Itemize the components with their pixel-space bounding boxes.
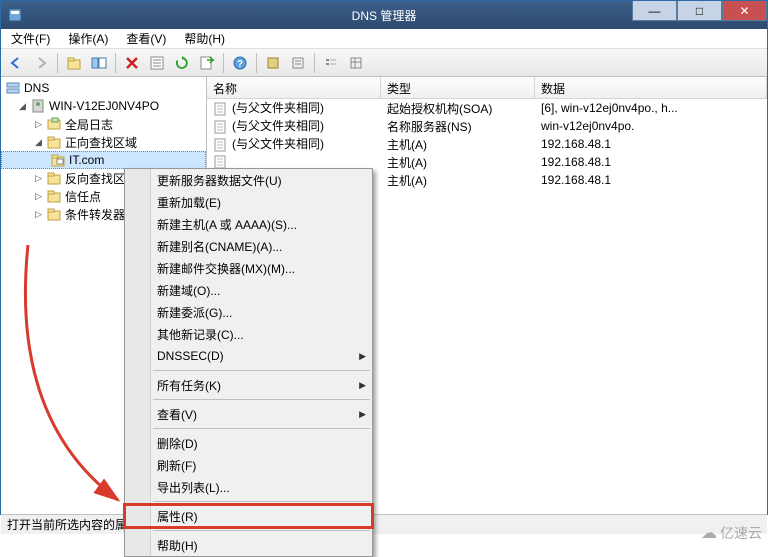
column-header-type[interactable]: 类型: [381, 77, 535, 98]
submenu-arrow-icon: ▶: [359, 380, 366, 391]
close-button[interactable]: ✕: [722, 1, 767, 21]
cell-data: 192.168.48.1: [535, 173, 767, 187]
tree-label: 条件转发器: [65, 206, 125, 223]
watermark: ☁ 亿速云: [701, 523, 762, 543]
ctx-update[interactable]: 更新服务器数据文件(U): [125, 169, 372, 191]
menu-action[interactable]: 操作(A): [64, 29, 112, 48]
cell-data: [6], win-v12ej0nv4po., h...: [535, 101, 767, 115]
export-button[interactable]: [196, 52, 218, 74]
show-hide-button[interactable]: [88, 52, 110, 74]
ctx-properties[interactable]: 属性(R): [125, 505, 372, 527]
titlebar: DNS 管理器 — □ ✕: [1, 1, 767, 29]
refresh-button[interactable]: [171, 52, 193, 74]
ctx-new-mx[interactable]: 新建邮件交换器(MX)(M)...: [125, 257, 372, 279]
cell-data: 192.168.48.1: [535, 137, 767, 151]
tree-label: IT.com: [69, 153, 104, 167]
menu-view[interactable]: 查看(V): [122, 29, 170, 48]
properties-toolbar-button[interactable]: [146, 52, 168, 74]
tree-label: 信任点: [65, 188, 101, 205]
tree-zone-selected[interactable]: IT.com: [1, 151, 206, 169]
list1-button[interactable]: [320, 52, 342, 74]
tree-label: DNS: [24, 81, 49, 95]
window-title: DNS 管理器: [352, 7, 417, 24]
app-icon: [7, 7, 23, 23]
ctx-help[interactable]: 帮助(H): [125, 534, 372, 556]
tree-label: 正向查找区域: [65, 134, 137, 151]
filter1-button[interactable]: [262, 52, 284, 74]
ctx-delete[interactable]: 删除(D): [125, 432, 372, 454]
record-icon: [213, 101, 229, 117]
record-icon: [213, 137, 229, 153]
ctx-new-delegate[interactable]: 新建委派(G)...: [125, 301, 372, 323]
ctx-export[interactable]: 导出列表(L)...: [125, 476, 372, 498]
column-header-name[interactable]: 名称: [207, 77, 381, 98]
delete-button[interactable]: [121, 52, 143, 74]
cell-data: win-v12ej0nv4po.: [535, 119, 767, 133]
cell-type: 名称服务器(NS): [381, 118, 535, 135]
ctx-new-host[interactable]: 新建主机(A 或 AAAA)(S)...: [125, 213, 372, 235]
tree-label: 全局日志: [65, 116, 113, 133]
submenu-arrow-icon: ▶: [359, 409, 366, 420]
ctx-separator: [153, 501, 370, 502]
record-icon: [213, 119, 229, 135]
menu-help[interactable]: 帮助(H): [180, 29, 229, 48]
tree-global-log[interactable]: ▷ 全局日志: [1, 115, 206, 133]
ctx-new-domain[interactable]: 新建域(O)...: [125, 279, 372, 301]
back-button[interactable]: [5, 52, 27, 74]
tree-forward-zones[interactable]: ◢ 正向查找区域: [1, 133, 206, 151]
svg-text:?: ?: [237, 59, 243, 70]
forward-button[interactable]: [30, 52, 52, 74]
tree-label: WIN-V12EJ0NV4PO: [49, 99, 159, 113]
column-header-data[interactable]: 数据: [535, 77, 767, 98]
collapse-icon[interactable]: ◢: [33, 137, 44, 148]
ctx-separator: [153, 370, 370, 371]
ctx-refresh[interactable]: 刷新(F): [125, 454, 372, 476]
cloud-icon: ☁: [701, 523, 717, 543]
cell-name: (与父文件夹相同): [232, 101, 324, 115]
cell-type: 主机(A): [381, 154, 535, 171]
minimize-button[interactable]: —: [632, 1, 677, 21]
ctx-view[interactable]: 查看(V)▶: [125, 403, 372, 425]
expand-icon[interactable]: ▷: [33, 173, 44, 184]
toolbar: ?: [1, 49, 767, 77]
cell-data: 192.168.48.1: [535, 155, 767, 169]
context-menu: 更新服务器数据文件(U) 重新加载(E) 新建主机(A 或 AAAA)(S)..…: [124, 168, 373, 557]
ctx-separator: [153, 399, 370, 400]
cell-type: 主机(A): [381, 136, 535, 153]
expand-icon[interactable]: ▷: [33, 119, 44, 130]
ctx-other-record[interactable]: 其他新记录(C)...: [125, 323, 372, 345]
tree-server[interactable]: ◢ WIN-V12EJ0NV4PO: [1, 97, 206, 115]
list2-button[interactable]: [345, 52, 367, 74]
list-row[interactable]: (与父文件夹相同) 起始授权机构(SOA)[6], win-v12ej0nv4po…: [207, 99, 767, 117]
cell-name: (与父文件夹相同): [232, 137, 324, 151]
ctx-new-cname[interactable]: 新建别名(CNAME)(A)...: [125, 235, 372, 257]
cell-type: 起始授权机构(SOA): [381, 100, 535, 117]
collapse-icon[interactable]: ◢: [17, 101, 28, 112]
maximize-button[interactable]: □: [677, 1, 722, 21]
ctx-all-tasks[interactable]: 所有任务(K)▶: [125, 374, 372, 396]
ctx-dnssec[interactable]: DNSSEC(D)▶: [125, 345, 372, 367]
cell-type: 主机(A): [381, 172, 535, 189]
menubar: 文件(F) 操作(A) 查看(V) 帮助(H): [1, 29, 767, 49]
submenu-arrow-icon: ▶: [359, 351, 366, 362]
list-row[interactable]: (与父文件夹相同) 主机(A)192.168.48.1: [207, 135, 767, 153]
statusbar: 打开当前所选内容的属性对话框。: [1, 514, 767, 534]
ctx-reload[interactable]: 重新加载(E): [125, 191, 372, 213]
expand-icon[interactable]: ▷: [33, 209, 44, 220]
ctx-separator: [153, 530, 370, 531]
help-button[interactable]: ?: [229, 52, 251, 74]
ctx-separator: [153, 428, 370, 429]
menu-file[interactable]: 文件(F): [7, 29, 54, 48]
list-header: 名称 类型 数据: [207, 77, 767, 99]
up-button[interactable]: [63, 52, 85, 74]
cell-name: (与父文件夹相同): [232, 119, 324, 133]
watermark-text: 亿速云: [720, 523, 762, 543]
expand-icon[interactable]: ▷: [33, 191, 44, 202]
tree-root-dns[interactable]: DNS: [1, 79, 206, 97]
filter2-button[interactable]: [287, 52, 309, 74]
list-row[interactable]: (与父文件夹相同) 名称服务器(NS)win-v12ej0nv4po.: [207, 117, 767, 135]
